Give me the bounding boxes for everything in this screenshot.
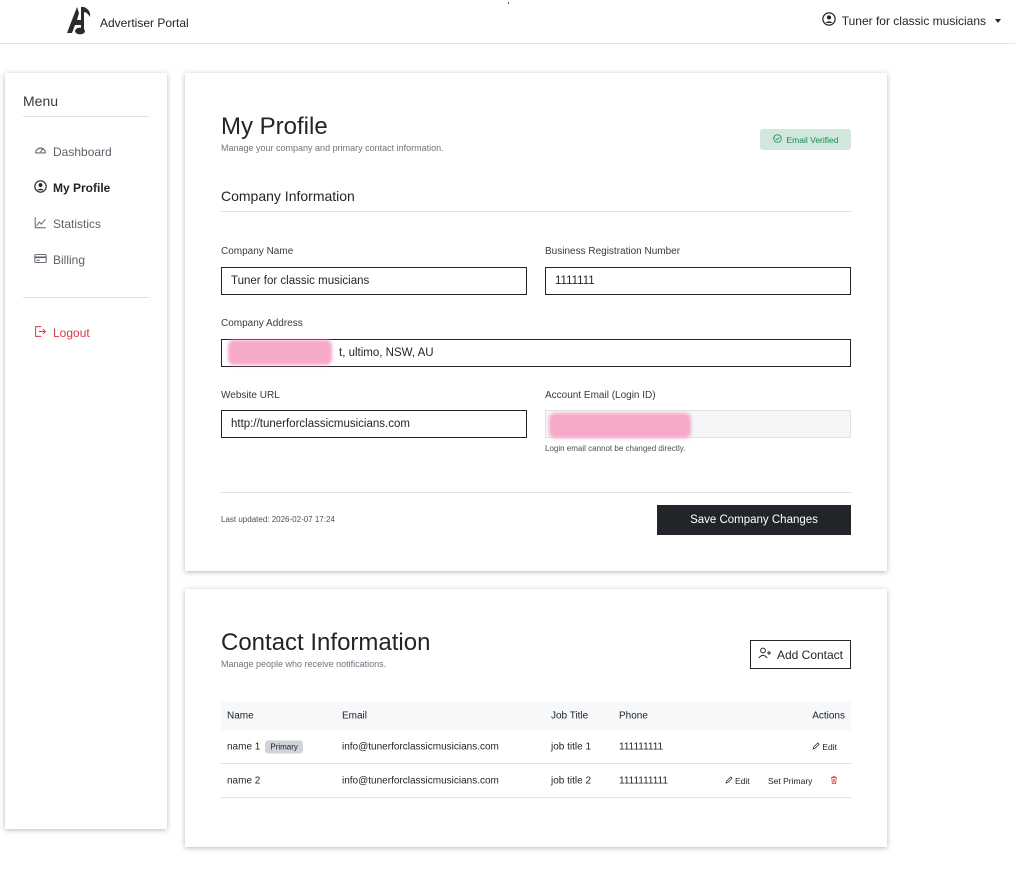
- user-circle-icon: [34, 180, 53, 196]
- trash-icon: [830, 775, 840, 786]
- website-value: http://tunerforclassicmusicians.com: [231, 418, 410, 430]
- company-address-value: t, ultimo, NSW, AU: [339, 347, 434, 359]
- column-header-name: Name: [227, 710, 254, 722]
- contact-phone: 111111111: [619, 741, 664, 752]
- edit-label: Edit: [735, 775, 750, 786]
- sidebar-item-dashboard[interactable]: Dashboard: [34, 144, 112, 160]
- company-address-label: Company Address: [221, 318, 303, 329]
- section-title: Company Information: [221, 188, 355, 204]
- delete-contact-button[interactable]: [830, 775, 840, 786]
- divider: [221, 211, 851, 212]
- contacts-subtitle: Manage people who receive notifications.: [221, 659, 387, 669]
- contact-name: name 1: [227, 741, 261, 753]
- brand-name: Advertiser Portal: [100, 15, 189, 30]
- sidebar-item-label: My Profile: [53, 181, 111, 195]
- sidebar-item-billing[interactable]: Billing: [34, 252, 85, 268]
- primary-badge: Primary: [265, 740, 303, 753]
- contact-email: info@tunerforclassicmusicians.com: [342, 775, 499, 786]
- edit-contact-button[interactable]: Edit: [812, 742, 837, 752]
- table-header: Name Email Job Title Phone Actions: [221, 702, 851, 730]
- user-circle-icon: [821, 12, 842, 29]
- column-header-actions: Actions: [812, 710, 845, 722]
- contact-name-cell: name 1 Primary: [227, 740, 303, 753]
- sidebar-item-label: Statistics: [53, 217, 102, 231]
- set-primary-button[interactable]: Set Primary: [768, 776, 812, 786]
- divider-dot: [508, 2, 509, 4]
- add-contact-button[interactable]: Add Contact: [750, 640, 851, 669]
- contact-job-title: job title 1: [551, 741, 592, 752]
- pencil-icon: [812, 741, 822, 752]
- divider: [23, 297, 149, 298]
- brn-value: 1111111: [555, 275, 595, 287]
- music-note-logo-icon: [64, 4, 94, 41]
- contacts-table: Name Email Job Title Phone Actions name …: [221, 702, 851, 798]
- email-verified-badge: Email Verified: [760, 129, 851, 150]
- user-name: Tuner for classic musicians: [841, 13, 986, 28]
- edit-contact-button[interactable]: Edit: [725, 776, 750, 786]
- email-help-text: Login email cannot be changed directly.: [545, 444, 686, 453]
- credit-card-icon: [34, 252, 53, 268]
- company-name-input[interactable]: Tuner for classic musicians: [221, 267, 527, 295]
- pencil-icon: [725, 775, 735, 786]
- column-header-email: Email: [342, 710, 368, 722]
- person-plus-icon: [758, 647, 777, 662]
- save-company-button[interactable]: Save Company Changes: [657, 505, 851, 535]
- page-title: My Profile: [221, 113, 328, 140]
- company-name-value: Tuner for classic musicians: [231, 275, 370, 287]
- sidebar-title: Menu: [23, 93, 59, 109]
- sidebar: Menu Dashboard My Profile Statistics Bil…: [5, 73, 167, 829]
- divider: [221, 492, 851, 493]
- contact-name: name 2: [227, 775, 261, 786]
- redaction-mark: [228, 340, 332, 365]
- column-header-job-title: Job Title: [551, 710, 589, 722]
- contact-email: info@tunerforclassicmusicians.com: [342, 741, 499, 752]
- chart-line-icon: [34, 216, 53, 232]
- contacts-card: Contact Information Manage people who re…: [185, 589, 887, 847]
- company-name-label: Company Name: [221, 246, 294, 257]
- profile-card: My Profile Manage your company and prima…: [185, 73, 887, 571]
- sidebar-item-my-profile[interactable]: My Profile: [34, 180, 110, 196]
- website-input[interactable]: http://tunerforclassicmusicians.com: [221, 410, 527, 438]
- contact-phone: 1111111111: [619, 775, 668, 786]
- last-updated-text: Last updated: 2026-02-07 17:24: [221, 515, 335, 524]
- caret-down-icon: [995, 18, 1001, 23]
- brn-input[interactable]: 1111111: [545, 267, 851, 295]
- user-menu-dropdown[interactable]: Tuner for classic musicians: [821, 12, 1001, 29]
- divider: [23, 116, 149, 117]
- badge-label: Email Verified: [786, 134, 839, 145]
- brn-label: Business Registration Number: [545, 246, 681, 257]
- contacts-title: Contact Information: [221, 629, 431, 656]
- sidebar-item-label: Logout: [53, 326, 90, 340]
- table-row: name 2 info@tunerforclassicmusicians.com…: [221, 764, 851, 798]
- account-email-label: Account Email (Login ID): [545, 390, 656, 401]
- contact-job-title: job title 2: [551, 775, 592, 786]
- redaction-mark: [549, 413, 691, 438]
- edit-label: Edit: [822, 741, 837, 752]
- logout-icon: [34, 325, 53, 341]
- column-header-phone: Phone: [619, 710, 648, 722]
- top-navbar: Advertiser Portal Tuner for classic musi…: [0, 0, 1015, 44]
- brand[interactable]: Advertiser Portal: [64, 4, 189, 41]
- add-contact-label: Add Contact: [776, 647, 844, 662]
- sidebar-item-label: Billing: [53, 253, 86, 267]
- page-subtitle: Manage your company and primary contact …: [221, 143, 444, 153]
- sidebar-item-label: Dashboard: [53, 145, 112, 159]
- table-row: name 1 Primary info@tunerforclassicmusici…: [221, 730, 851, 764]
- sidebar-item-logout[interactable]: Logout: [34, 325, 90, 341]
- website-label: Website URL: [221, 390, 280, 401]
- gauge-icon: [34, 144, 53, 160]
- sidebar-item-statistics[interactable]: Statistics: [34, 216, 101, 232]
- check-circle-icon: [772, 134, 787, 145]
